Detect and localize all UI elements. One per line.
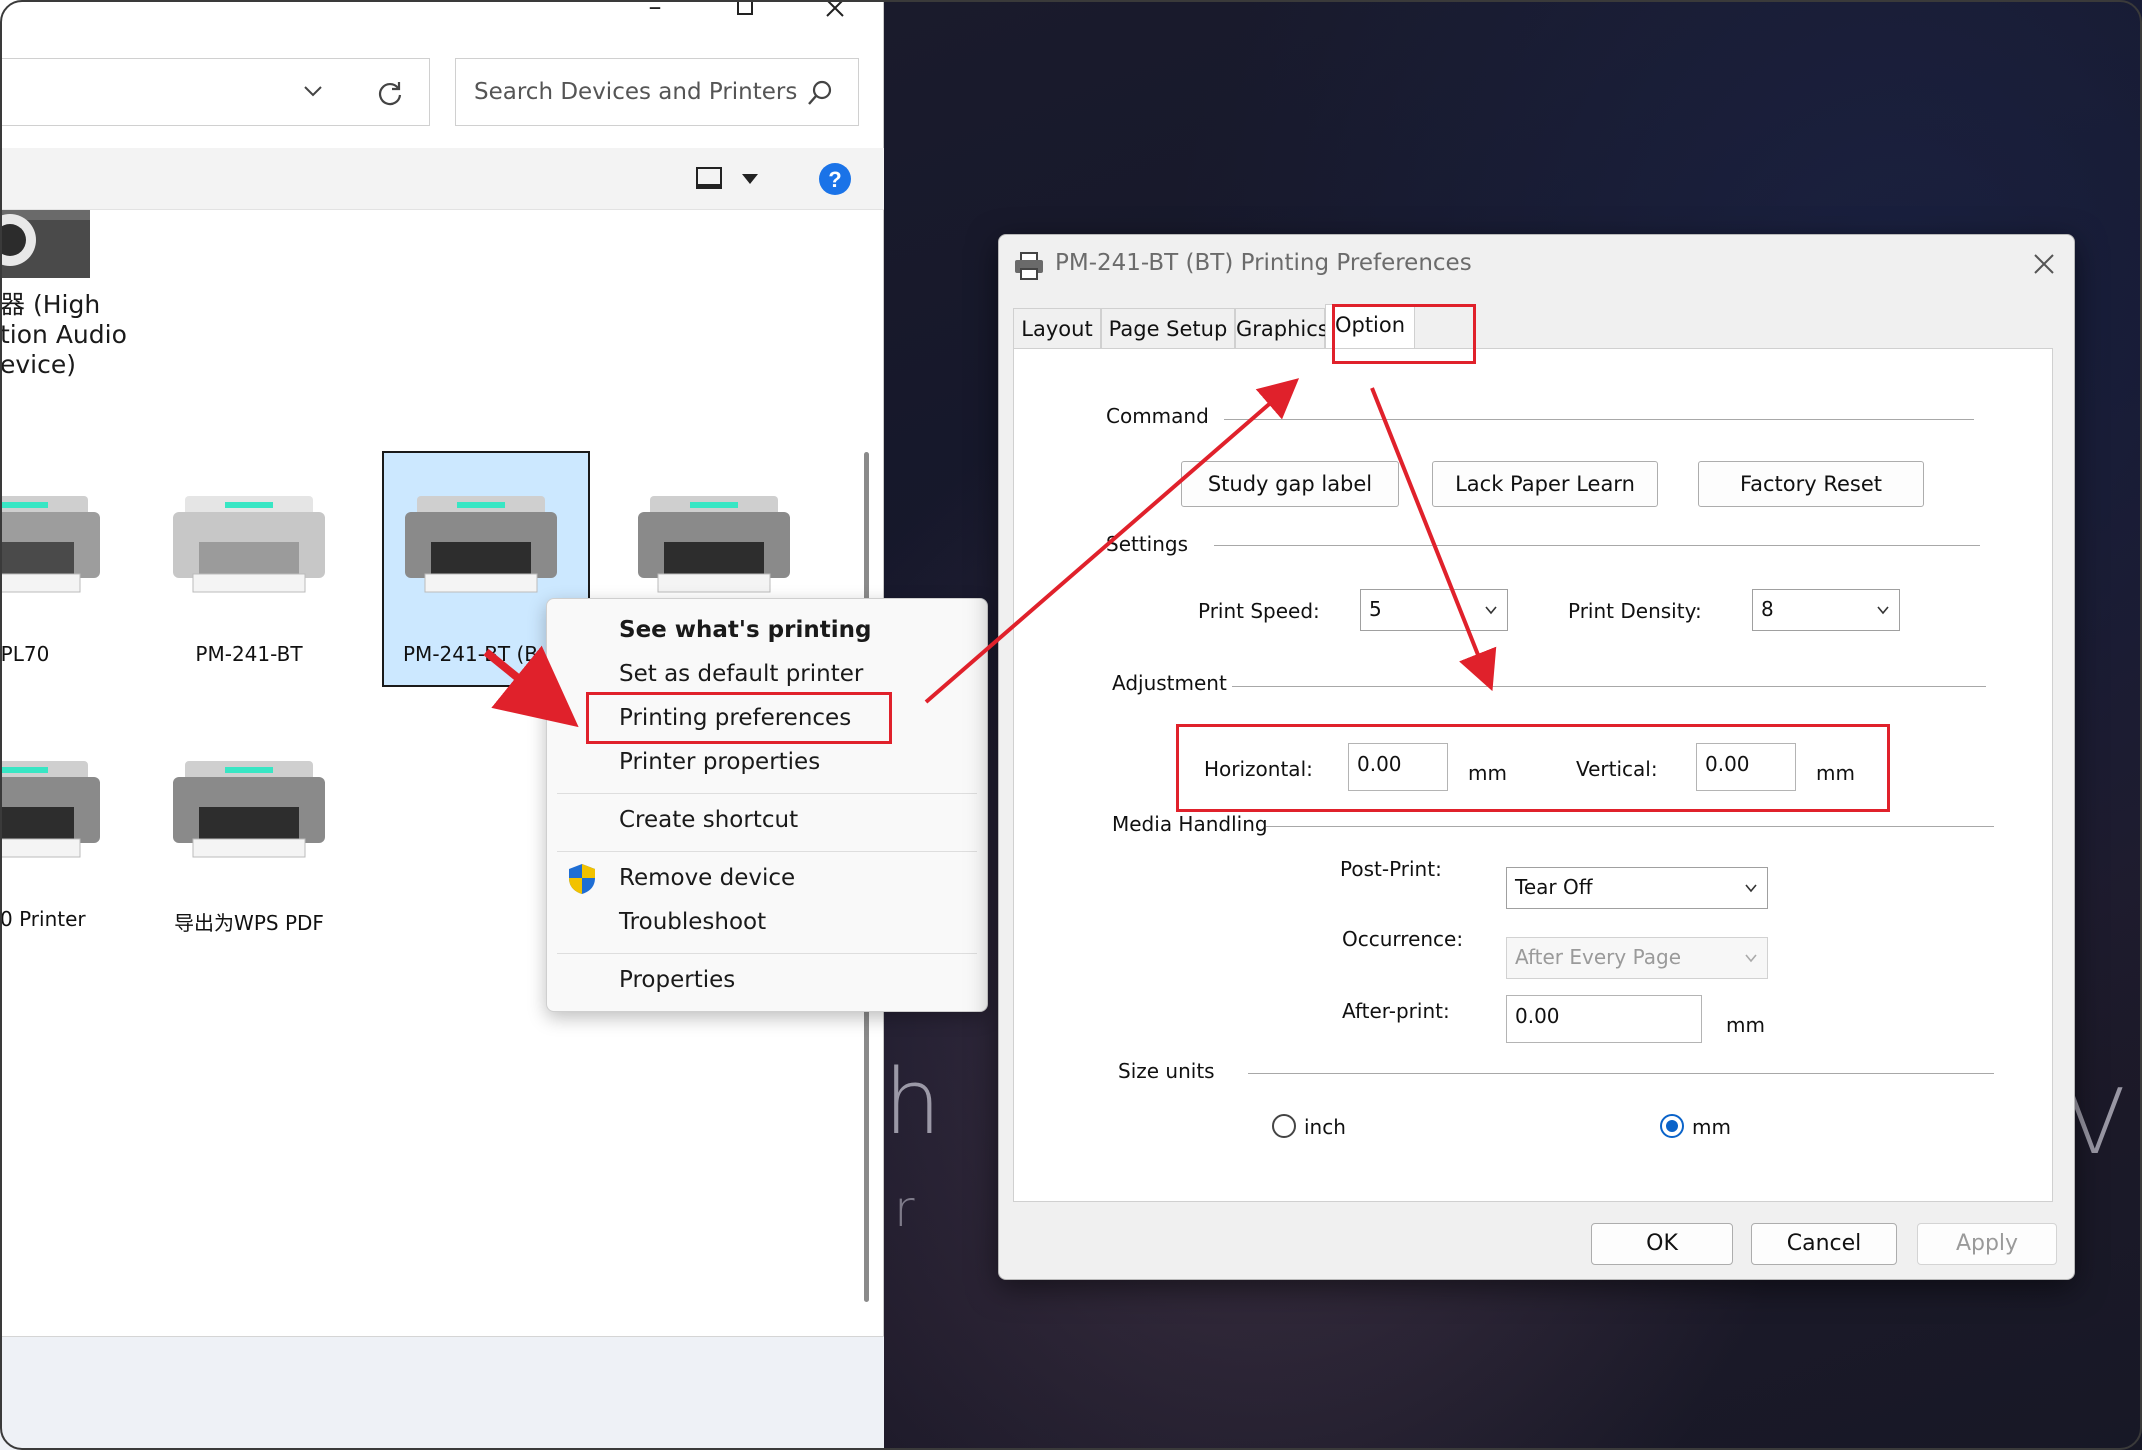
annotation-arrows xyxy=(483,378,1497,728)
arrow-to-option-tab xyxy=(924,378,1300,704)
arrow-to-printing-preferences xyxy=(483,645,579,728)
arrow-to-adjustment xyxy=(1370,387,1497,692)
